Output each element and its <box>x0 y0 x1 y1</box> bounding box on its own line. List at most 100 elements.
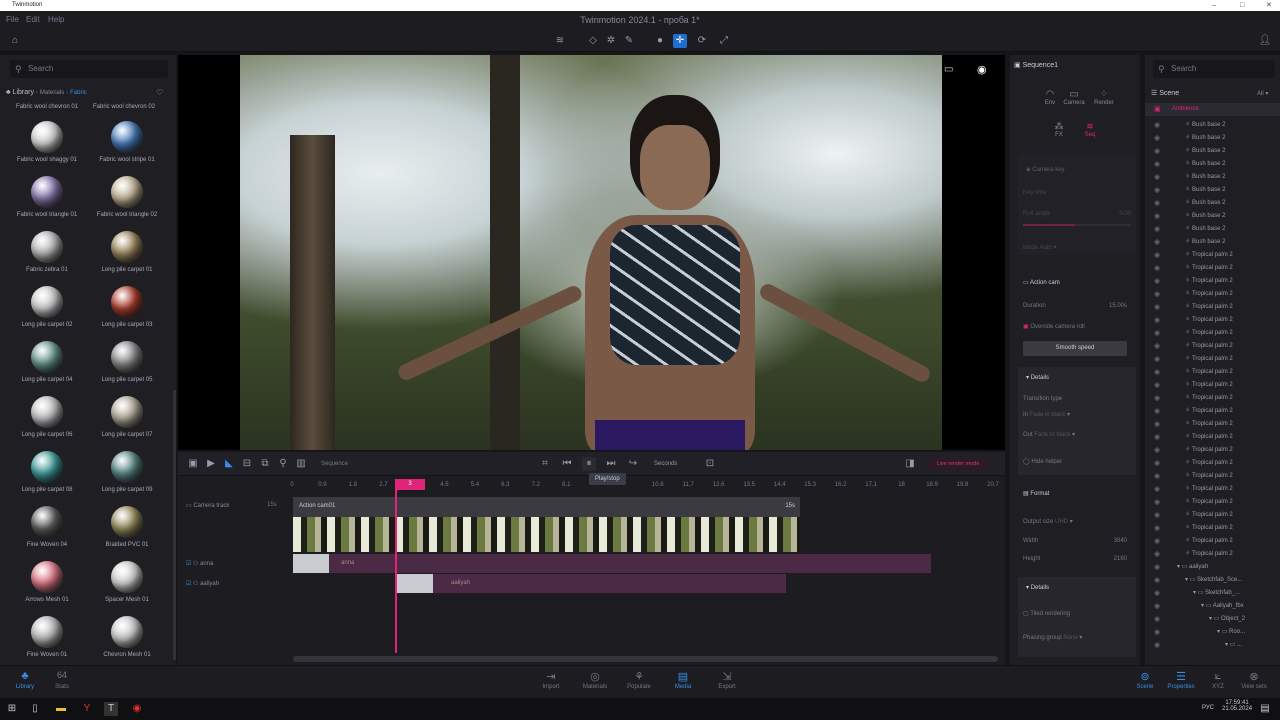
visibility-eye-icon[interactable]: ◉ <box>1154 600 1160 613</box>
scene-item[interactable]: ◉ ⚘ Bush base 2 <box>1145 197 1280 210</box>
add-key-icon[interactable]: ⌗ <box>538 457 552 471</box>
scene-item[interactable]: ◉ ⚘ Tropical palm 2 <box>1145 509 1280 522</box>
playhead-marker[interactable]: 3 <box>395 479 425 490</box>
move-icon[interactable]: ✛ <box>673 34 687 48</box>
visibility-eye-icon[interactable]: ◉ <box>1154 275 1160 288</box>
scale-icon[interactable]: ⤢ <box>717 34 731 48</box>
render-preview[interactable] <box>240 55 942 450</box>
library-item[interactable]: Chevron Mesh 01 <box>87 616 167 658</box>
clock[interactable]: 17:59:41 21.05.2024 <box>1222 700 1252 712</box>
visibility-eye-icon[interactable]: ◉ <box>1154 223 1160 236</box>
populate-button[interactable]: ⚘ Populate <box>619 670 659 690</box>
scene-item[interactable]: ◉ ⚘ Tropical palm 2 <box>1145 470 1280 483</box>
visibility-eye-icon[interactable]: ◉ <box>1154 483 1160 496</box>
camera-clip[interactable]: Action cam01 15s <box>293 497 800 517</box>
phasing-group-select[interactable]: Phasing group None ▾ <box>1023 634 1082 641</box>
language-indicator[interactable]: РУС <box>1202 705 1214 711</box>
library-item[interactable]: Long pile carpet 02 <box>7 286 87 328</box>
scene-item[interactable]: ◉ ⚘ Bush base 2 <box>1145 171 1280 184</box>
details-toggle[interactable]: ▾ Details <box>1026 374 1049 381</box>
twinmotion-taskbar-icon[interactable]: T <box>104 702 118 716</box>
scene-item[interactable]: ◉ ⚘ Bush base 2 <box>1145 158 1280 171</box>
height-value[interactable]: 2160 <box>1114 556 1127 562</box>
smooth-speed-button[interactable]: Smooth speed <box>1023 341 1127 356</box>
visibility-eye-icon[interactable]: ◉ <box>1154 262 1160 275</box>
camera-add-icon[interactable]: ▣ <box>186 457 200 471</box>
library-item[interactable]: Fine Woven 04 <box>7 506 87 548</box>
scene-tree-item[interactable]: ◉ ▾ ▭ aaliyah <box>1145 561 1280 574</box>
visibility-eye-icon[interactable]: ◉ <box>1154 496 1160 509</box>
library-item[interactable]: Long pile carpet 03 <box>87 286 167 328</box>
duration-value[interactable]: 15.00s <box>1109 303 1127 309</box>
visibility-eye-icon[interactable]: ◉ <box>1154 132 1160 145</box>
scene-item[interactable]: ◉ ⚘ Tropical palm 2 <box>1145 327 1280 340</box>
library-item[interactable]: Spacer Mesh 01 <box>87 561 167 603</box>
scene-item[interactable]: ◉ ⚘ Tropical palm 2 <box>1145 249 1280 262</box>
visibility-eye-icon[interactable]: ◉ <box>1154 210 1160 223</box>
camera-clip-thumbnails[interactable] <box>293 517 800 552</box>
visibility-eye-icon[interactable]: ◉ <box>1154 535 1160 548</box>
override-camera-roll-checkbox[interactable]: ▣ Override camera roll <box>1023 323 1085 330</box>
scene-item[interactable]: ◉ ⚘ Tropical palm 2 <box>1145 379 1280 392</box>
clip-anna[interactable]: anna <box>293 554 931 573</box>
paint-icon[interactable]: ◇ <box>586 34 600 48</box>
scene-item[interactable]: ◉ ⚘ Tropical palm 2 <box>1145 288 1280 301</box>
visibility-eye-icon[interactable]: ◉ <box>1154 522 1160 535</box>
scene-tree-item[interactable]: ◉ ▾ ▭ Sketchfab_... <box>1145 587 1280 600</box>
scene-root-ambience[interactable]: ▣ Ambience <box>1145 103 1280 116</box>
scene-item[interactable]: ◉ ⚘ Tropical palm 2 <box>1145 392 1280 405</box>
scene-item[interactable]: ◉ ⚘ Tropical palm 2 <box>1145 314 1280 327</box>
visibility-eye-icon[interactable]: ◉ <box>1154 145 1160 158</box>
visibility-eye-icon[interactable]: ◉ <box>1154 392 1160 405</box>
visibility-eye-icon[interactable]: ◉ <box>1154 353 1160 366</box>
library-item[interactable]: Long pile carpet 09 <box>87 451 167 493</box>
favorite-icon[interactable]: ♡ <box>156 88 163 97</box>
visibility-eye-icon[interactable]: ◉ <box>1154 327 1160 340</box>
visibility-eye-icon[interactable]: ◉ <box>1154 158 1160 171</box>
library-item[interactable]: Long pile carpet 07 <box>87 396 167 438</box>
library-button[interactable]: ♣ Library <box>5 670 45 690</box>
hide-helper-toggle[interactable]: ◯ Hide helper <box>1023 458 1062 465</box>
scene-item[interactable]: ◉ ⚘ Tropical palm 2 <box>1145 483 1280 496</box>
library-item[interactable]: Long pile carpet 06 <box>7 396 87 438</box>
xyz-button[interactable]: ⟀ XYZ <box>1198 670 1238 690</box>
scene-item[interactable]: ◉ ⚘ Bush base 2 <box>1145 210 1280 223</box>
stack-icon[interactable]: ⧉ <box>258 457 272 471</box>
visibility-eye-icon[interactable]: ◉ <box>1154 197 1160 210</box>
person-icon[interactable]: ⚲ <box>276 457 290 471</box>
scene-button[interactable]: ⊚ Scene <box>1125 670 1165 690</box>
panel-icon[interactable]: ◨ <box>903 457 917 471</box>
scene-item[interactable]: ◉ ⚘ Tropical palm 2 <box>1145 353 1280 366</box>
scene-item[interactable]: ◉ ⚘ Tropical palm 2 <box>1145 275 1280 288</box>
yandex-browser-icon[interactable]: Y <box>80 702 94 716</box>
library-item[interactable]: Fabric wool shaggy 01 <box>7 121 87 163</box>
layers-icon[interactable]: ≋ <box>553 34 567 48</box>
scene-item[interactable]: ◉ ⚘ Tropical palm 2 <box>1145 405 1280 418</box>
live-render-mode-button[interactable]: Live render mode <box>926 458 990 470</box>
library-item[interactable]: Fabric zebra 01 <box>7 231 87 273</box>
track-label-anna[interactable]: ☑ ⚇ anna <box>186 560 213 567</box>
transition-in-select[interactable]: In Fade in black ▾ <box>1023 411 1070 418</box>
eye-icon[interactable]: ◉ <box>977 63 987 76</box>
visibility-eye-icon[interactable]: ◉ <box>1154 587 1160 600</box>
visibility-eye-icon[interactable]: ◉ <box>1154 288 1160 301</box>
notifications-icon[interactable]: ▤ <box>1258 702 1272 716</box>
visibility-eye-icon[interactable]: ◉ <box>1154 340 1160 353</box>
scene-item[interactable]: ◉ ⚘ Tropical palm 2 <box>1145 418 1280 431</box>
scatter-icon[interactable]: ✲ <box>604 34 618 48</box>
scene-filter-dropdown[interactable]: All ▾ <box>1257 90 1268 97</box>
scene-search-input[interactable]: Search <box>1153 60 1275 78</box>
visibility-eye-icon[interactable]: ◉ <box>1154 561 1160 574</box>
visibility-eye-icon[interactable]: ◉ <box>1154 236 1160 249</box>
recorder-icon[interactable]: ◉ <box>130 702 144 716</box>
library-item[interactable]: Long pile carpet 08 <box>7 451 87 493</box>
visibility-eye-icon[interactable]: ◉ <box>1154 184 1160 197</box>
library-item[interactable]: Fabric wool stripe 01 <box>87 121 167 163</box>
visibility-eye-icon[interactable]: ◉ <box>1154 470 1160 483</box>
task-view-icon[interactable]: ▯ <box>28 702 42 716</box>
properties-button[interactable]: ☰ Properties <box>1161 670 1201 690</box>
visibility-eye-icon[interactable]: ◉ <box>1154 418 1160 431</box>
pick-icon[interactable]: ✎ <box>622 34 636 48</box>
scene-item[interactable]: ◉ ⚘ Tropical palm 2 <box>1145 444 1280 457</box>
output-size-select[interactable]: Output size UHD ▾ <box>1023 518 1073 525</box>
